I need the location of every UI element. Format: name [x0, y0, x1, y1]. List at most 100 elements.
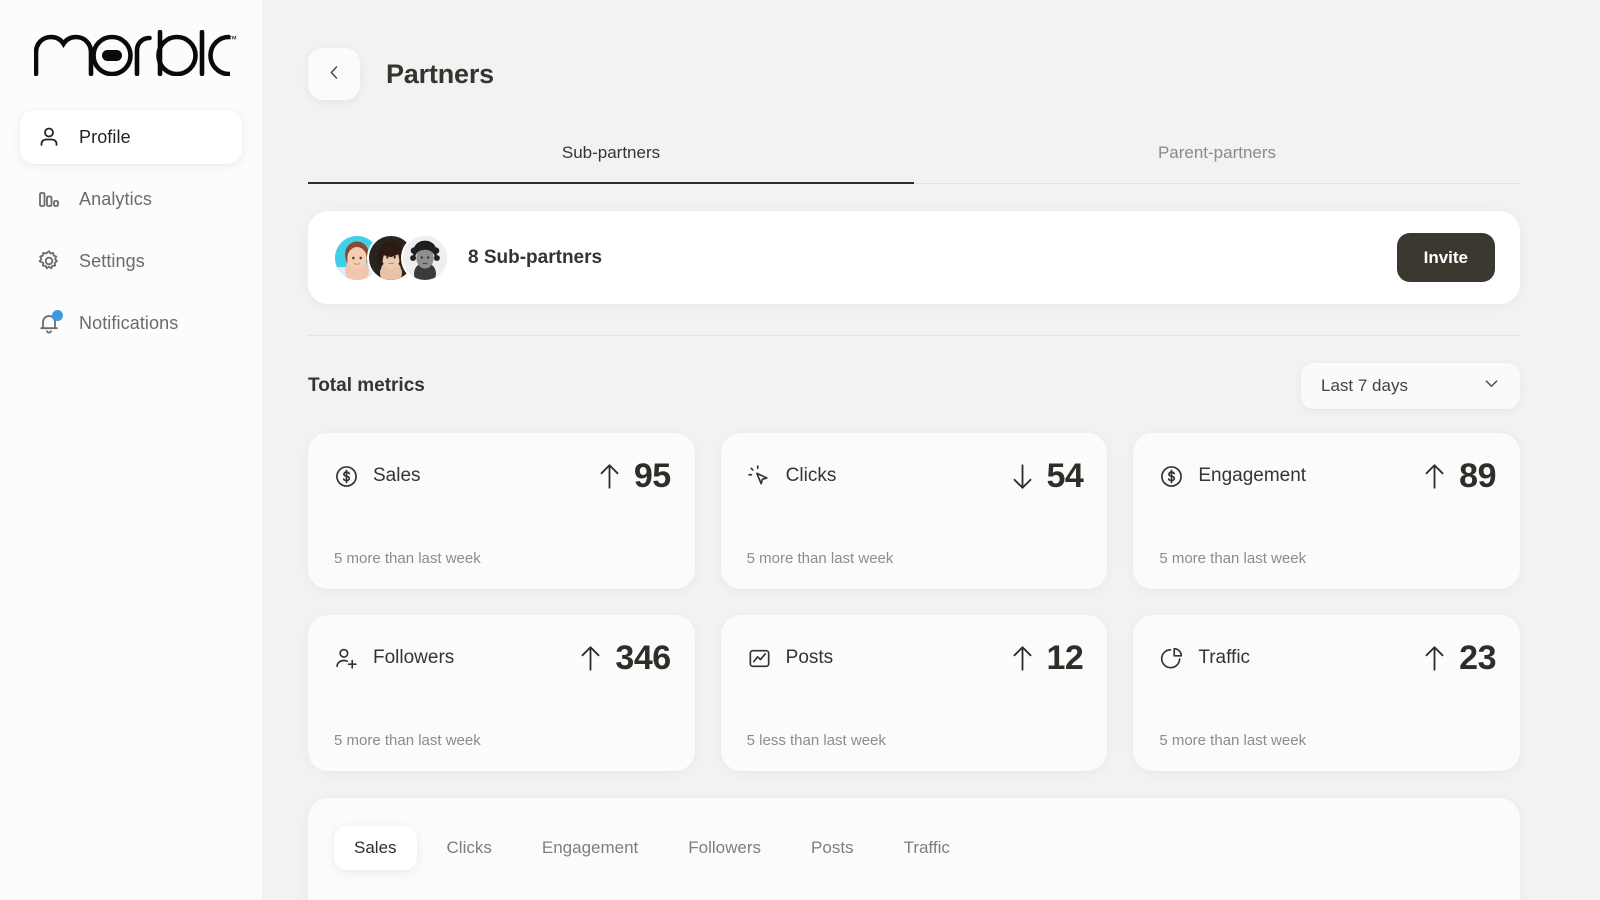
sidebar-nav: Profile Analytics Settings Notifications	[0, 110, 262, 350]
metric-value: 23	[1459, 639, 1496, 677]
metric-card-grid: Sales 95 5 more than last week Clicks 54…	[308, 433, 1520, 771]
metric-value: 89	[1459, 457, 1496, 495]
chevron-left-icon	[325, 63, 344, 85]
tab-sub-partners[interactable]: Sub-partners	[308, 134, 914, 184]
partners-summary-left: 8 Sub-partners	[333, 233, 603, 282]
sub-partners-summary-card: 8 Sub-partners Invite	[308, 211, 1520, 304]
metric-value-group: 346	[577, 639, 671, 677]
chart-tab-label: Posts	[811, 838, 854, 857]
metric-subtext: 5 more than last week	[1159, 732, 1307, 749]
metric-card-top: Followers 346	[334, 641, 671, 675]
arrow-up-icon	[1421, 461, 1448, 491]
metric-card-engagement[interactable]: Engagement 89 5 more than last week	[1133, 433, 1520, 589]
metric-subtext: 5 more than last week	[334, 732, 481, 749]
chart-tab-traffic[interactable]: Traffic	[884, 826, 970, 870]
metric-card-followers[interactable]: Followers 346 5 more than last week	[308, 615, 695, 771]
notification-badge	[52, 310, 63, 321]
bar-chart-icon	[36, 186, 62, 212]
avatar	[401, 233, 449, 282]
sidebar-item-notifications[interactable]: Notifications	[20, 296, 242, 350]
metric-label: Traffic	[1198, 647, 1251, 668]
metric-label: Clicks	[785, 465, 837, 486]
arrow-down-icon	[1009, 461, 1036, 491]
user-plus-icon	[334, 646, 359, 671]
metrics-title: Total metrics	[308, 375, 425, 396]
metric-value: 54	[1046, 457, 1084, 495]
trademark-symbol: ™	[228, 34, 237, 44]
sidebar-item-label: Profile	[79, 126, 131, 147]
arrow-up-icon	[1009, 643, 1036, 673]
dollar-circle-icon	[1159, 464, 1184, 489]
marble-wordmark: ™	[34, 30, 237, 76]
chevron-down-icon	[1482, 374, 1501, 398]
date-range-select[interactable]: Last 7 days	[1301, 363, 1520, 409]
chart-tab-posts[interactable]: Posts	[791, 826, 874, 870]
metric-subtext: 5 more than last week	[334, 550, 481, 567]
metric-identity: Posts	[747, 646, 834, 671]
metric-detail-tabs: Sales Clicks Engagement Followers Posts …	[334, 826, 1494, 870]
sidebar-item-label: Notifications	[79, 312, 179, 333]
metric-card-top: Sales 95	[334, 459, 671, 493]
dollar-circle-icon	[334, 464, 359, 489]
metric-subtext: 5 more than last week	[746, 550, 894, 567]
metric-card-top: Engagement 89	[1159, 459, 1496, 493]
chart-tab-sales[interactable]: Sales	[334, 826, 417, 870]
chart-square-icon	[747, 646, 772, 671]
metric-card-posts[interactable]: Posts 12 5 less than last week	[720, 615, 1108, 771]
bell-icon	[36, 310, 63, 336]
chart-tab-label: Traffic	[903, 838, 950, 857]
chart-tab-clicks[interactable]: Clicks	[427, 826, 512, 870]
avatar-group[interactable]	[333, 233, 449, 282]
page-title: Partners	[386, 58, 494, 89]
metric-identity: Followers	[334, 646, 454, 671]
metric-value-group: 54	[1009, 459, 1084, 493]
marble-logo-icon	[34, 30, 230, 76]
chart-tab-label: Engagement	[541, 838, 639, 857]
chart-tab-followers[interactable]: Followers	[668, 826, 781, 870]
tab-parent-partners[interactable]: Parent-partners	[914, 134, 1520, 183]
main-content: Partners Sub-partners Parent-partners 8 …	[262, 0, 1600, 900]
chart-tab-label: Sales	[354, 838, 397, 857]
user-icon	[36, 124, 62, 150]
back-button[interactable]	[308, 48, 360, 100]
brand-logo[interactable]: ™	[0, 0, 262, 96]
sidebar-item-profile[interactable]: Profile	[20, 110, 242, 164]
metric-value: 346	[615, 639, 671, 677]
arrow-up-icon	[596, 461, 623, 491]
section-divider	[308, 335, 1520, 336]
metric-identity: Clicks	[747, 464, 837, 489]
page-header: Partners	[308, 0, 1520, 100]
arrow-up-icon	[577, 643, 604, 673]
app-root: ™ Profile Analytics Settings Notificatio…	[0, 0, 1600, 900]
date-range-value: Last 7 days	[1321, 376, 1408, 395]
metrics-header: Total metrics Last 7 days	[308, 363, 1520, 409]
sub-partners-count: 8 Sub-partners	[468, 246, 603, 268]
metric-identity: Traffic	[1159, 646, 1250, 671]
chart-tab-label: Clicks	[446, 838, 492, 857]
metric-value-group: 89	[1421, 459, 1496, 493]
metric-label: Sales	[373, 465, 421, 486]
sidebar: ™ Profile Analytics Settings Notificatio…	[0, 0, 262, 900]
gear-icon	[36, 248, 62, 274]
sidebar-item-settings[interactable]: Settings	[20, 234, 242, 288]
invite-button[interactable]: Invite	[1396, 233, 1495, 282]
avatar-image-3	[403, 235, 447, 280]
sidebar-item-label: Settings	[79, 250, 145, 271]
metric-card-clicks[interactable]: Clicks 54 5 more than last week	[720, 433, 1108, 589]
arrow-up-icon	[1421, 643, 1448, 673]
metric-card-top: Traffic 23	[1159, 641, 1496, 675]
sidebar-item-label: Analytics	[79, 188, 152, 209]
metric-card-traffic[interactable]: Traffic 23 5 more than last week	[1133, 615, 1520, 771]
chart-tab-label: Followers	[688, 838, 762, 857]
tab-label: Sub-partners	[561, 143, 661, 162]
metric-subtext: 5 less than last week	[746, 732, 886, 749]
metric-value: 12	[1046, 639, 1084, 677]
metric-value: 95	[633, 457, 671, 495]
metric-card-sales[interactable]: Sales 95 5 more than last week	[308, 433, 695, 589]
metric-label: Posts	[785, 647, 834, 668]
metric-subtext: 5 more than last week	[1159, 550, 1307, 567]
sidebar-item-analytics[interactable]: Analytics	[20, 172, 242, 226]
metric-identity: Sales	[334, 464, 421, 489]
metric-value-group: 12	[1009, 641, 1084, 675]
chart-tab-engagement[interactable]: Engagement	[522, 826, 658, 870]
